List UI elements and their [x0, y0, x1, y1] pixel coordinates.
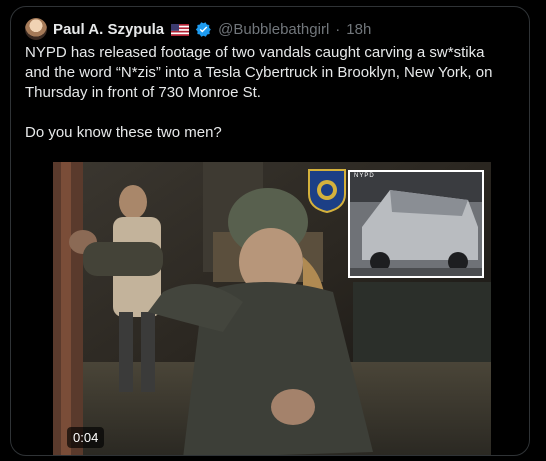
- tweet-time[interactable]: 18h: [346, 21, 371, 38]
- tweet-header: Paul A. Szypula @Bubblebathgirl · 18h: [25, 17, 371, 41]
- author-handle[interactable]: @Bubblebathgirl: [218, 21, 329, 38]
- us-flag-icon: [171, 23, 190, 36]
- video-timestamp: 0:04: [67, 427, 105, 448]
- inset-label: NYPD: [354, 173, 375, 179]
- author-name[interactable]: Paul A. Szypula: [53, 21, 164, 38]
- tweet-card[interactable]: Paul A. Szypula @Bubblebathgirl · 18h NY…: [10, 6, 530, 456]
- tweet-video[interactable]: NYPD 0:04: [53, 162, 491, 455]
- nypd-badge-icon: [308, 169, 346, 214]
- avatar[interactable]: [25, 18, 47, 40]
- verified-badge-icon: [195, 21, 212, 38]
- tweet-text: NYPD has released footage of two vandals…: [25, 44, 493, 141]
- separator: ·: [335, 20, 341, 38]
- cybertruck-inset-image: NYPD: [348, 170, 484, 278]
